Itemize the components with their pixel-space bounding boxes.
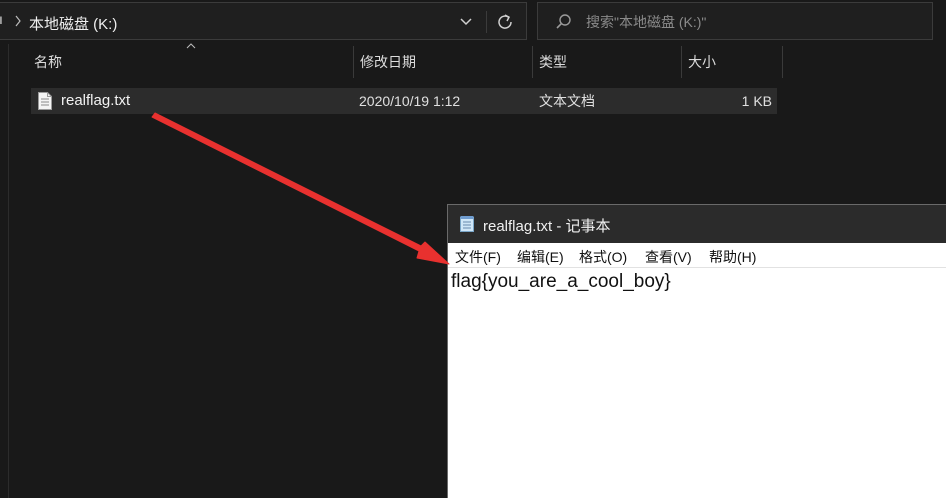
refresh-icon[interactable] — [494, 11, 518, 33]
chevron-down-icon[interactable] — [455, 12, 477, 32]
address-truncated-segment: ı — [0, 11, 3, 27]
file-size: 1 KB — [741, 93, 772, 109]
file-row[interactable]: realflag.txt 2020/10/19 1:12 文本文档 1 KB — [31, 88, 777, 114]
column-divider[interactable] — [782, 46, 783, 78]
breadcrumb-chevron-icon[interactable] — [13, 12, 23, 30]
breadcrumb-current-folder[interactable]: 本地磁盘 (K:) — [29, 13, 117, 34]
column-header-type[interactable]: 类型 — [533, 44, 681, 80]
menu-file[interactable]: 文件(F) — [455, 247, 501, 267]
file-modified-date: 2020/10/19 1:12 — [359, 93, 461, 109]
search-icon — [556, 14, 571, 29]
navigation-pane-edge — [8, 44, 9, 498]
column-header-row: 名称 修改日期 类型 大小 — [10, 43, 946, 80]
notepad-icon — [460, 216, 474, 232]
file-type: 文本文档 — [539, 93, 595, 109]
notepad-menu-bar: 文件(F) 编辑(E) 格式(O) 查看(V) 帮助(H) — [448, 243, 946, 268]
search-box[interactable] — [537, 2, 933, 40]
column-header-date[interactable]: 修改日期 — [354, 44, 532, 80]
column-header-name[interactable]: 名称 — [28, 44, 353, 80]
text-file-icon — [38, 92, 52, 110]
explorer-toolbar: ı 本地磁盘 (K:) — [0, 0, 946, 44]
address-bar[interactable]: ı 本地磁盘 (K:) — [0, 2, 527, 40]
menu-format[interactable]: 格式(O) — [579, 247, 627, 267]
column-header-size[interactable]: 大小 — [682, 44, 782, 80]
menu-help[interactable]: 帮助(H) — [709, 247, 756, 267]
notepad-window-title: realflag.txt - 记事本 — [483, 218, 611, 235]
file-name: realflag.txt — [61, 92, 131, 109]
notepad-window[interactable]: realflag.txt - 记事本 文件(F) 编辑(E) 格式(O) 查看(… — [447, 204, 946, 498]
menu-view[interactable]: 查看(V) — [645, 247, 692, 267]
notepad-title-bar[interactable]: realflag.txt - 记事本 — [448, 205, 946, 243]
menu-edit[interactable]: 编辑(E) — [517, 247, 564, 267]
notepad-text-area[interactable]: flag{you_are_a_cool_boy} — [451, 271, 941, 491]
address-divider — [486, 11, 487, 33]
search-input[interactable] — [586, 12, 916, 32]
